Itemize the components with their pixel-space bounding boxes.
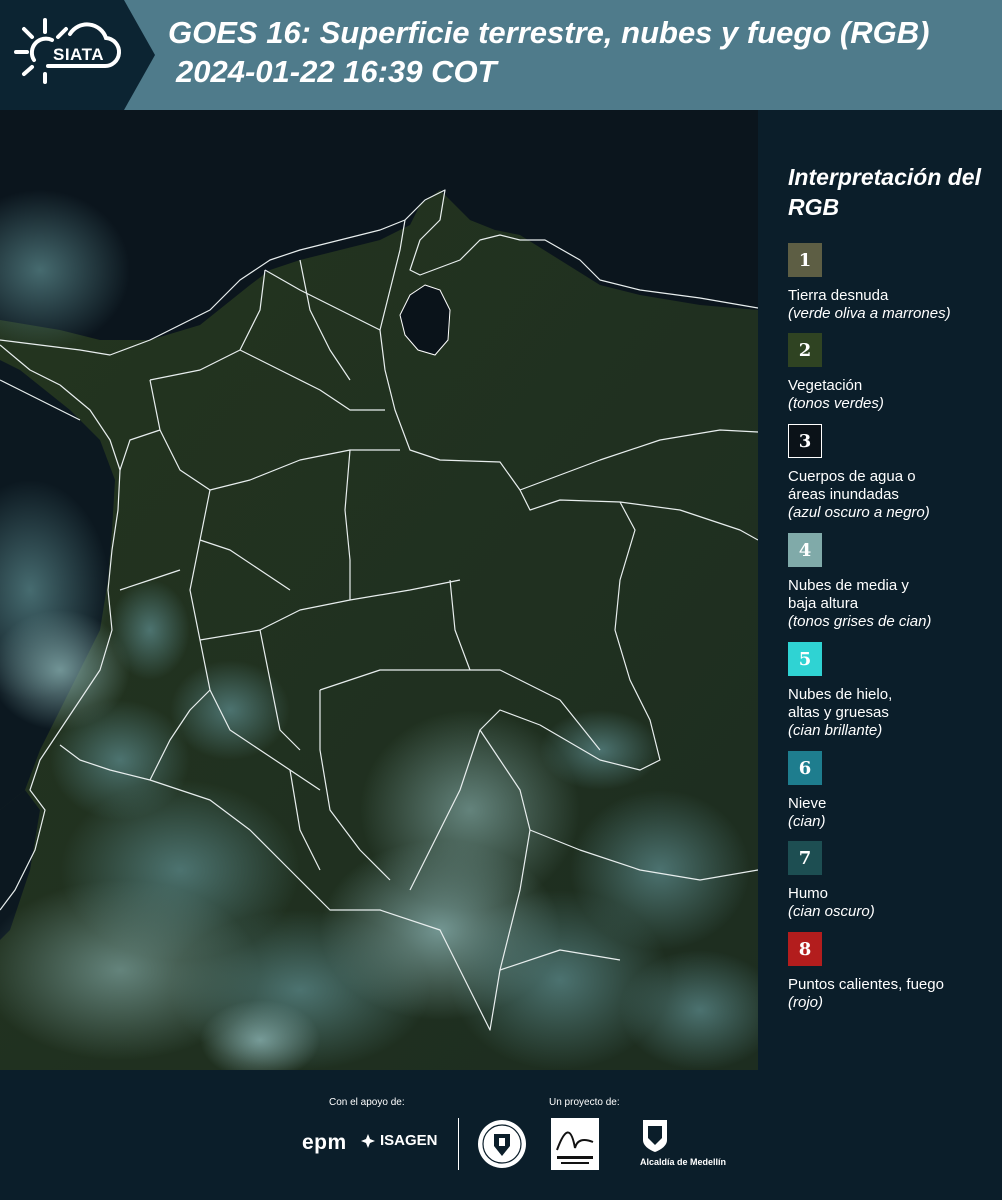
legend-title: Interpretación del RGB — [788, 164, 981, 220]
legend-item-label: Humo — [788, 885, 829, 902]
legend-swatch: 6 — [788, 751, 822, 785]
legend-panel: Interpretación del RGB 1 Tierra desnuda … — [760, 110, 1002, 1070]
legend-swatch: 3 — [788, 424, 822, 458]
project-label: Un proyecto de: — [549, 1097, 620, 1108]
isagen-icon — [361, 1133, 375, 1148]
legend-item-low-clouds: 4 Nubes de media y baja altura (tonos gr… — [788, 533, 993, 631]
image-datetime: 2024-01-22 16:39 COT — [176, 54, 497, 89]
legend-item-label: Tierra desnuda — [788, 287, 889, 304]
legend-swatch: 2 — [788, 333, 822, 367]
university-seal-icon — [478, 1120, 526, 1168]
header: SIATA GOES 16: Superficie terrestre, nub… — [0, 0, 1002, 110]
legend-item-smoke: 7 Humo (cian oscuro) — [788, 841, 993, 921]
legend-item-desc: (rojo) — [788, 994, 824, 1011]
legend-item-snow: 6 Nieve (cian) — [788, 751, 993, 831]
page-title: GOES 16: Superficie terrestre, nubes y f… — [168, 15, 930, 50]
legend-item-water: 3 Cuerpos de agua o áreas inundadas (azu… — [788, 424, 993, 522]
legend-item-label: Puntos calientes, fuego — [788, 976, 944, 993]
alcaldia-text: Alcaldía de Medellín — [640, 1157, 727, 1167]
footer: Con el apoyo de: Un proyecto de: epm ISA… — [0, 1070, 1002, 1200]
satellite-map[interactable] — [0, 110, 758, 1070]
legend-item-desc: (tonos grises de cian) — [788, 613, 932, 630]
legend-item-desc: (azul oscuro a negro) — [788, 504, 930, 521]
legend-item-label: Cuerpos de agua o áreas inundadas — [788, 468, 916, 503]
legend-swatch: 8 — [788, 932, 822, 966]
legend-swatch: 5 — [788, 642, 822, 676]
legend-item-desc: (cian brillante) — [788, 722, 883, 739]
legend-swatch: 1 — [788, 243, 822, 277]
isagen-text: ISAGEN — [380, 1132, 438, 1149]
legend-item-label: Nubes de hielo, altas y gruesas — [788, 686, 893, 721]
alcaldia-shield-icon — [643, 1120, 667, 1152]
legend-item-label: Vegetación — [788, 377, 863, 394]
legend-item-bare-soil: 1 Tierra desnuda (verde oliva a marrones… — [788, 243, 993, 323]
legend-item-desc: (tonos verdes) — [788, 395, 884, 412]
legend-item-fire: 8 Puntos calientes, fuego (rojo) — [788, 932, 993, 1012]
siata-logo-text: SIATA — [53, 45, 104, 64]
legend-swatch: 7 — [788, 841, 822, 875]
support-label: Con el apoyo de: — [329, 1097, 405, 1108]
legend-item-vegetation: 2 Vegetación (tonos verdes) — [788, 333, 993, 413]
isagen-logo: ISAGEN — [360, 1132, 438, 1149]
legend-item-desc: (cian oscuro) — [788, 903, 875, 920]
legend-item-desc: (cian) — [788, 813, 826, 830]
satellite-image — [0, 110, 758, 1070]
legend-item-ice-clouds: 5 Nubes de hielo, altas y gruesas (cian … — [788, 642, 993, 740]
footer-divider — [458, 1118, 459, 1170]
legend-swatch: 4 — [788, 533, 822, 567]
legend-item-desc: (verde oliva a marrones) — [788, 305, 951, 322]
area-metropolitana-logo — [551, 1118, 599, 1170]
legend-item-label: Nieve — [788, 795, 827, 812]
epm-logo: epm — [302, 1131, 347, 1154]
siata-logo-panel: SIATA — [0, 0, 155, 110]
legend-item-label: Nubes de media y baja altura — [788, 577, 909, 612]
